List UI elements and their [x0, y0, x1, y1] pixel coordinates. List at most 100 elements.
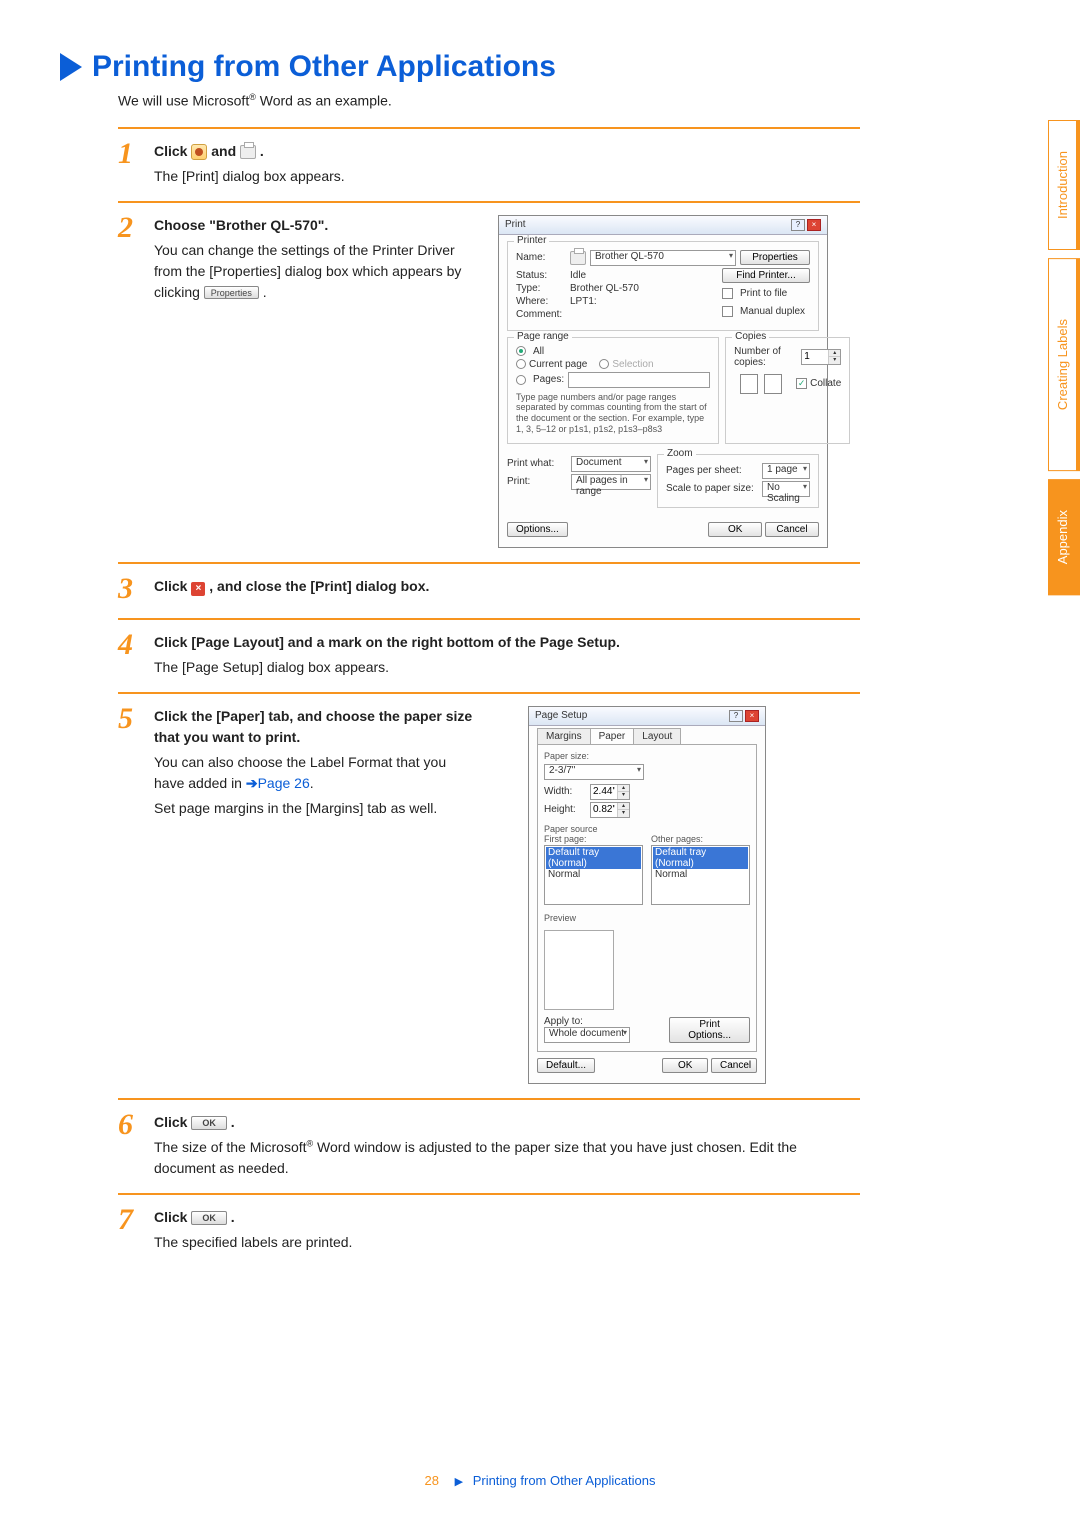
- tab-layout[interactable]: Layout: [633, 728, 681, 744]
- tray-normal-option[interactable]: Normal: [546, 869, 641, 880]
- side-tab-appendix[interactable]: Appendix: [1048, 479, 1080, 595]
- step-number: 7: [118, 1205, 154, 1253]
- heading-arrow-icon: [60, 53, 82, 81]
- side-tab-creating-labels[interactable]: Creating Labels: [1048, 258, 1080, 471]
- ok-button[interactable]: OK: [662, 1058, 708, 1073]
- status-value: Idle: [570, 270, 586, 281]
- collate-checkbox[interactable]: ✓Collate: [796, 378, 841, 389]
- dialog-title: Print: [505, 219, 526, 230]
- page-footer: 28 ▶ Printing from Other Applications: [0, 1473, 1080, 1488]
- apply-to-select[interactable]: Whole document: [544, 1027, 630, 1043]
- radio-current[interactable]: Current page: [516, 359, 587, 370]
- first-page-label: First page:: [544, 834, 643, 845]
- find-printer-button[interactable]: Find Printer...: [722, 268, 810, 283]
- step-number: 4: [118, 630, 154, 678]
- txt: .: [263, 284, 267, 300]
- step-3-heading: Click × , and close the [Print] dialog b…: [154, 576, 860, 597]
- paper-size-select[interactable]: 2-3/7": [544, 764, 644, 780]
- step-4: 4 Click [Page Layout] and a mark on the …: [118, 632, 860, 678]
- copies-value[interactable]: [802, 350, 828, 364]
- page-range-group: Page range All Current page Selection Pa…: [507, 337, 719, 444]
- print-what-select[interactable]: Document: [571, 456, 651, 472]
- height-spinner[interactable]: ▴▾: [590, 802, 630, 818]
- side-tab-introduction[interactable]: Introduction: [1048, 120, 1080, 250]
- registered-mark: ®: [249, 92, 256, 102]
- paper-size-value: 2-3/7": [549, 765, 575, 776]
- print-pages-select[interactable]: All pages in range: [571, 474, 651, 490]
- dialog-titlebar: Page Setup ? ×: [529, 707, 765, 726]
- other-pages-listbox[interactable]: Default tray (Normal) Normal: [651, 845, 750, 905]
- print-options-button[interactable]: Print Options...: [669, 1017, 750, 1043]
- step-6: 6 Click OK . The size of the Microsoft® …: [118, 1112, 860, 1179]
- properties-button[interactable]: Properties: [740, 250, 810, 265]
- close-icon[interactable]: ×: [807, 219, 821, 231]
- tray-default-option[interactable]: Default tray (Normal): [546, 847, 641, 869]
- height-label: Height:: [544, 804, 586, 815]
- default-button[interactable]: Default...: [537, 1058, 595, 1073]
- step-5-container: 5 Click the [Paper] tab, and choose the …: [118, 706, 860, 1084]
- page-number: 28: [425, 1473, 439, 1488]
- cancel-button[interactable]: Cancel: [765, 522, 819, 537]
- step-1: 1 Click and . The [Print] dialog box app…: [118, 141, 860, 187]
- radio-pages[interactable]: Pages:: [516, 372, 710, 388]
- step-6-heading: Click OK .: [154, 1112, 860, 1133]
- help-icon[interactable]: ?: [791, 219, 805, 231]
- where-value: LPT1:: [570, 296, 597, 307]
- ok-button[interactable]: OK: [708, 522, 762, 537]
- first-page-listbox[interactable]: Default tray (Normal) Normal: [544, 845, 643, 905]
- txt: .: [310, 775, 314, 791]
- copies-spinner[interactable]: ▴▾: [801, 349, 841, 365]
- options-button[interactable]: Options...: [507, 522, 568, 537]
- txt: Click: [154, 143, 191, 159]
- legend: Zoom: [664, 448, 696, 459]
- tab-margins[interactable]: Margins: [537, 728, 591, 744]
- other-pages-label: Other pages:: [651, 834, 750, 845]
- step-number: 2: [118, 213, 154, 303]
- radio-all[interactable]: All: [516, 346, 710, 357]
- section-heading: Printing from Other Applications: [60, 50, 860, 84]
- tab-paper[interactable]: Paper: [590, 728, 635, 744]
- step-2-text: You can change the settings of the Print…: [154, 240, 478, 303]
- cancel-button[interactable]: Cancel: [711, 1058, 757, 1073]
- txt: , and close the [Print] dialog box.: [209, 578, 429, 594]
- step-6-text: The size of the Microsoft® Word window i…: [154, 1137, 860, 1179]
- page-26-link[interactable]: Page 26: [258, 775, 310, 791]
- tray-default-option[interactable]: Default tray (Normal): [653, 847, 748, 869]
- print-to-file-checkbox[interactable]: Print to file: [722, 288, 810, 299]
- height-value[interactable]: [591, 803, 617, 817]
- radio-selection[interactable]: Selection: [599, 359, 653, 370]
- pps-value: 1 page: [767, 464, 798, 475]
- scale-select[interactable]: No Scaling: [762, 481, 810, 497]
- step-number: 5: [118, 704, 154, 819]
- where-label: Where:: [516, 296, 566, 307]
- apply-to-label: Apply to:: [544, 1016, 583, 1027]
- step-5-text2: Set page margins in the [Margins] tab as…: [154, 798, 478, 819]
- step-4-heading: Click [Page Layout] and a mark on the ri…: [154, 632, 860, 653]
- manual-duplex-label: Manual duplex: [740, 306, 805, 317]
- divider: [118, 127, 860, 129]
- close-icon[interactable]: ×: [745, 710, 759, 722]
- divider: [118, 201, 860, 203]
- properties-button-image: Properties: [204, 286, 259, 299]
- pps-select[interactable]: 1 page: [762, 463, 810, 479]
- type-label: Type:: [516, 283, 566, 294]
- manual-duplex-checkbox[interactable]: Manual duplex: [722, 306, 810, 317]
- help-icon[interactable]: ?: [729, 710, 743, 722]
- divider: [118, 562, 860, 564]
- step-7-heading: Click OK .: [154, 1207, 860, 1228]
- width-spinner[interactable]: ▴▾: [590, 784, 630, 800]
- office-button-icon: [191, 144, 207, 160]
- side-tabs: Introduction Creating Labels Appendix: [1048, 120, 1080, 603]
- pages-input[interactable]: [568, 372, 710, 388]
- step-1-text: The [Print] dialog box appears.: [154, 166, 860, 187]
- printer-name-select[interactable]: Brother QL-570: [590, 250, 736, 266]
- range-note: Type page numbers and/or page ranges sep…: [516, 392, 710, 435]
- tray-normal-option[interactable]: Normal: [653, 869, 748, 880]
- print-dialog: Print ? × Printer Name: Brother Q: [498, 215, 828, 548]
- close-icon: ×: [191, 582, 205, 596]
- step-2-heading: Choose "Brother QL-570".: [154, 215, 478, 236]
- width-value[interactable]: [591, 785, 617, 799]
- txt: Click: [154, 1209, 191, 1225]
- step-4-text: The [Page Setup] dialog box appears.: [154, 657, 860, 678]
- step-7: 7 Click OK . The specified labels are pr…: [118, 1207, 860, 1253]
